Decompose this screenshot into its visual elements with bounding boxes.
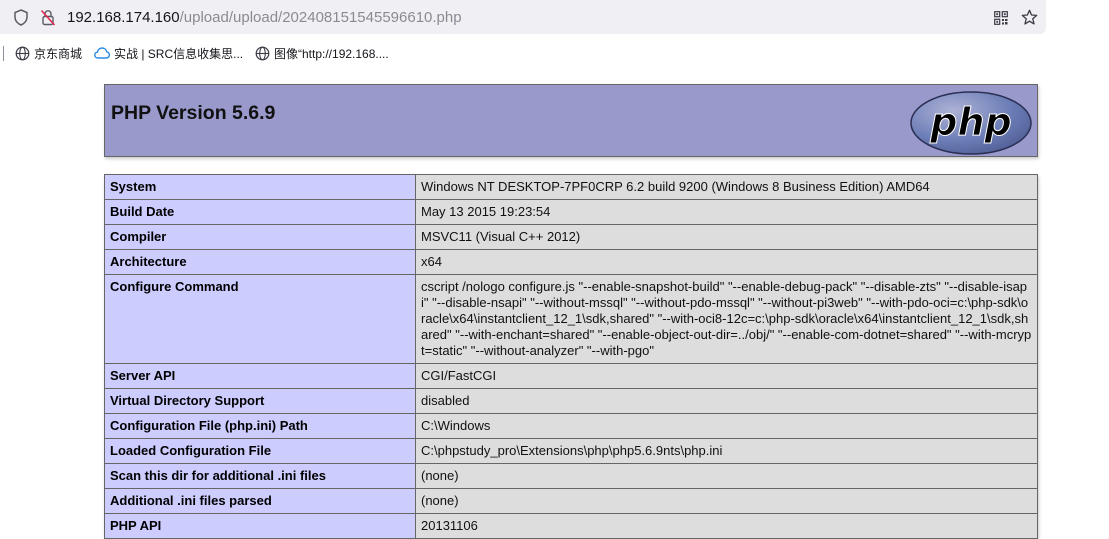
bookmark-image[interactable]: 图像“http://192.168.... [255, 45, 389, 61]
row-key: PHP API [104, 513, 416, 539]
table-row: Server API CGI/FastCGI [104, 363, 1038, 389]
row-key: Compiler [104, 224, 416, 250]
row-key: Architecture [104, 249, 416, 275]
row-key: Configure Command [104, 274, 416, 364]
row-key: Scan this dir for additional .ini files [104, 463, 416, 489]
row-key: Configuration File (php.ini) Path [104, 413, 416, 439]
bookmark-jd[interactable]: 京东商城 [15, 45, 82, 61]
row-value: x64 [415, 249, 1038, 275]
globe-icon [255, 46, 270, 60]
row-value: (none) [415, 488, 1038, 514]
table-row: Virtual Directory Support disabled [104, 388, 1038, 414]
row-value: May 13 2015 19:23:54 [415, 199, 1038, 225]
cloud-icon [94, 47, 110, 59]
row-key: System [104, 174, 416, 200]
bookmark-star-icon[interactable] [1021, 9, 1038, 26]
bookmark-label: 图像“http://192.168.... [274, 46, 389, 61]
php-logo[interactable]: php [910, 91, 1032, 155]
table-row: Additional .ini files parsed (none) [104, 488, 1038, 514]
table-row: PHP API 20131106 [104, 513, 1038, 539]
row-key: Loaded Configuration File [104, 438, 416, 464]
row-key: Additional .ini files parsed [104, 488, 416, 514]
row-key: Virtual Directory Support [104, 388, 416, 414]
php-version-header: PHP Version 5.6.9 php [104, 84, 1038, 157]
table-row: Loaded Configuration File C:\phpstudy_pro… [104, 438, 1038, 464]
row-value: C:\phpstudy_pro\Extensions\php\php5.6.9n… [415, 438, 1038, 464]
row-key: Build Date [104, 199, 416, 225]
table-row: Architecture x64 [104, 249, 1038, 275]
qr-code-icon[interactable] [994, 11, 1008, 25]
url-text[interactable]: 192.168.174.160/upload/upload/2024081515… [67, 8, 462, 28]
page-title: PHP Version 5.6.9 [111, 102, 276, 124]
insecure-lock-icon[interactable] [40, 9, 56, 26]
php-info-table: System Windows NT DESKTOP-7PF0CRP 6.2 bui… [104, 174, 1038, 539]
php-logo-text: php [929, 100, 1011, 144]
table-row: System Windows NT DESKTOP-7PF0CRP 6.2 bui… [104, 174, 1038, 200]
table-row: Configure Command cscript /nologo configu… [104, 274, 1038, 364]
table-row: Configuration File (php.ini) Path C:\Wind… [104, 413, 1038, 439]
row-value: (none) [415, 463, 1038, 489]
phpinfo-content: PHP Version 5.6.9 php System Windows NT D… [104, 84, 1038, 539]
bookmark-src[interactable]: 实战 | SRC信息收集思... [94, 45, 243, 61]
row-value: disabled [415, 388, 1038, 414]
table-row: Compiler MSVC11 (Visual C++ 2012) [104, 224, 1038, 250]
globe-icon [15, 46, 30, 60]
bookmarks-toolbar: 京东商城 实战 | SRC信息收集思... 图像“http://192.168.… [0, 40, 1109, 66]
bookmark-label: 京东商城 [34, 46, 83, 61]
table-row: Build Date May 13 2015 19:23:54 [104, 199, 1038, 225]
row-value: Windows NT DESKTOP-7PF0CRP 6.2 build 920… [415, 174, 1038, 200]
url-path: /upload/upload/202408151545596610.php [179, 9, 462, 26]
row-key: Server API [104, 363, 416, 389]
toolbar-divider [3, 46, 4, 61]
row-value: CGI/FastCGI [415, 363, 1038, 389]
shield-icon[interactable] [13, 9, 29, 26]
row-value: 20131106 [415, 513, 1038, 539]
bookmark-label: 实战 | SRC信息收集思... [114, 46, 244, 61]
table-row: Scan this dir for additional .ini files(… [104, 463, 1038, 489]
url-host: 192.168.174.160 [67, 9, 180, 26]
row-value: C:\Windows [415, 413, 1038, 439]
row-value: cscript /nologo configure.js "--enable-s… [415, 274, 1038, 364]
address-bar[interactable]: 192.168.174.160/upload/upload/2024081515… [0, 0, 1046, 34]
row-value: MSVC11 (Visual C++ 2012) [415, 224, 1038, 250]
